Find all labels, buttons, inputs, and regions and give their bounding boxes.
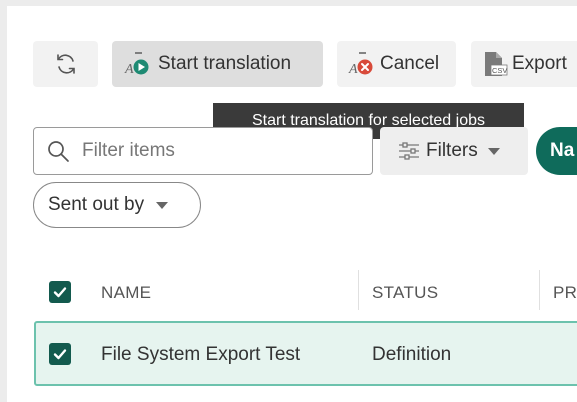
cancel-label: Cancel [380,53,440,74]
column-header-pr[interactable]: PR [553,283,577,303]
column-header-status[interactable]: STATUS [372,283,438,303]
filter-search-box[interactable] [33,127,373,175]
cancel-translation-icon: A [348,51,376,77]
sliders-icon [398,141,420,161]
chip-label: Na [550,140,575,161]
row-name-cell[interactable]: File System Export Test [101,344,300,366]
svg-text:CSV: CSV [492,66,507,75]
search-icon [46,139,70,163]
sent-out-by-filter[interactable]: Sent out by [33,182,201,228]
svg-text:A: A [348,62,358,77]
export-button[interactable]: CSV Export [471,41,577,87]
check-icon [53,349,67,360]
column-header-name[interactable]: NAME [101,283,151,303]
start-translation-icon: A [124,51,152,77]
check-icon [53,287,67,298]
refresh-button[interactable] [33,41,98,87]
name-filter-chip[interactable]: Na [536,127,577,175]
filters-label: Filters [426,140,478,161]
column-divider [539,270,540,310]
filter-items-input[interactable] [80,139,354,163]
start-translation-label: Start translation [158,53,292,74]
sent-out-by-label: Sent out by [48,194,145,215]
column-divider [358,270,359,310]
row-status-cell: Definition [372,344,452,365]
start-translation-button[interactable]: A Start translation [112,41,323,87]
caret-down-icon [156,201,169,209]
svg-text:A: A [124,62,134,77]
caret-down-icon [487,147,500,155]
row-checkbox[interactable] [49,343,71,365]
export-label: Export [512,53,567,74]
filters-button[interactable]: Filters [380,127,528,175]
refresh-icon [54,52,78,76]
csv-export-icon: CSV [482,50,508,78]
select-all-checkbox[interactable] [49,281,71,303]
cancel-button[interactable]: A Cancel [337,41,456,87]
